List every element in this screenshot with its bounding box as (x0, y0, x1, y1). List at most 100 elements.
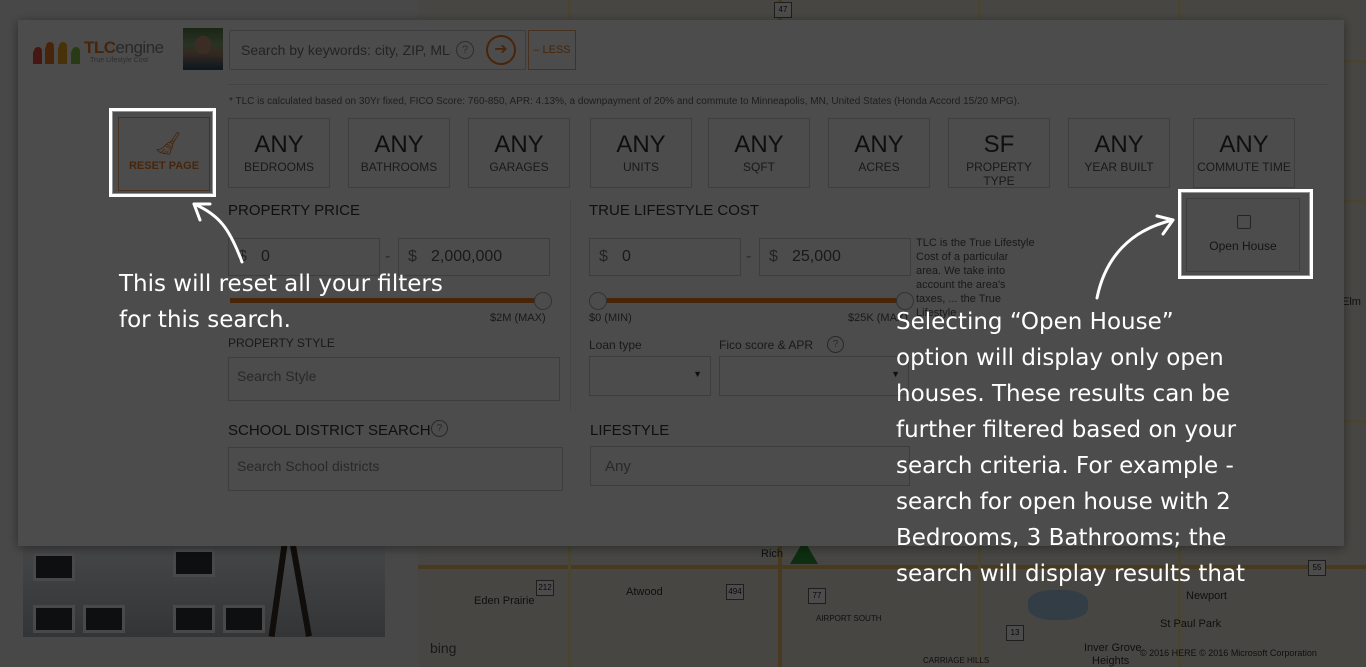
filter-label: YEAR BUILT (1084, 160, 1154, 174)
map-label: Atwood (626, 586, 663, 598)
price-slider-max-handle[interactable] (534, 292, 552, 310)
lifestyle-select[interactable]: Any (590, 446, 910, 486)
filter-label: UNITS (623, 160, 659, 174)
fico-select[interactable]: ▼ (719, 356, 909, 396)
filter-value: SF (983, 131, 1015, 158)
open-house-tip-line: further filtered based on your (896, 417, 1237, 443)
currency-symbol: $ (769, 248, 778, 265)
chevron-down-icon: ▼ (693, 369, 702, 379)
route-shield: 55 (1308, 560, 1326, 576)
route-shield: 494 (726, 584, 744, 600)
house-window (223, 605, 265, 633)
route-shield: 13 (1006, 625, 1024, 641)
lifestyle-value: Any (605, 458, 631, 475)
tree-trunk (290, 545, 312, 637)
fico-label: Fico score & APR (719, 338, 814, 352)
school-district-input[interactable]: Search School districts (228, 447, 563, 491)
price-max-caption: $2M (MAX) (490, 312, 546, 324)
logo-person-icon (45, 46, 54, 64)
reset-tip-line: This will reset all your filters (119, 271, 443, 297)
house-window (33, 605, 75, 633)
filter-sqft[interactable]: ANY SQFT (708, 118, 810, 188)
tlc-note: * TLC is calculated based on 30Yr fixed,… (229, 96, 1020, 107)
house-window (173, 549, 215, 577)
price-max-value: 2,000,000 (431, 248, 503, 265)
property-style-placeholder: Search Style (237, 368, 317, 384)
property-style-input[interactable]: Search Style (228, 357, 560, 401)
route-shield: 212 (536, 580, 554, 596)
bing-logo: bing (430, 640, 457, 656)
tlc-min-input[interactable]: $ 0 (589, 238, 741, 276)
filter-acres[interactable]: ANY ACRES (828, 118, 930, 188)
tlc-max-input[interactable]: $ 25,000 (759, 238, 911, 276)
logo-person-icon (71, 50, 80, 64)
agent-avatar[interactable] (183, 28, 223, 70)
reset-tip: This will reset all your filters for thi… (119, 266, 443, 338)
avatar-face (195, 36, 211, 54)
house-photo[interactable] (23, 545, 385, 637)
logo-person-icon (33, 50, 42, 64)
filter-commute-time[interactable]: ANY COMMUTE TIME (1193, 118, 1295, 188)
help-icon[interactable]: ? (456, 41, 474, 59)
school-district-placeholder: Search School districts (237, 458, 380, 474)
logo-text: TLCengine (84, 38, 164, 57)
filter-units[interactable]: ANY UNITS (590, 118, 692, 188)
divider (228, 84, 1328, 85)
map-label: Rich (761, 548, 784, 560)
filter-label: GARAGES (489, 160, 549, 174)
filter-year-built[interactable]: ANY YEAR BUILT (1068, 118, 1170, 188)
property-style-label: PROPERTY STYLE (228, 336, 335, 350)
arrow-right-icon[interactable]: ➔ (486, 35, 516, 65)
map-label: Elm (1342, 296, 1361, 308)
price-min-value: 0 (261, 248, 270, 265)
map-label: St Paul Park (1160, 618, 1222, 630)
open-house-highlight-box (1178, 189, 1313, 279)
school-district-title: SCHOOL DISTRICT SEARCH (228, 422, 431, 439)
tree-trunk (268, 545, 288, 637)
map-label: CARRIAGE HILLS (923, 656, 990, 665)
filter-value: ANY (494, 131, 544, 158)
tlc-title: TRUE LIFESTYLE COST (589, 202, 760, 219)
loan-type-select[interactable]: ▼ (589, 356, 711, 396)
currency-symbol: $ (599, 248, 608, 265)
open-house-tip-line: option will display only open (896, 345, 1224, 371)
filter-bedrooms[interactable]: ANY BEDROOMS (228, 118, 330, 188)
house-window (33, 553, 75, 581)
arrow-to-reset-icon (192, 202, 244, 264)
filter-label: ACRES (858, 160, 900, 174)
currency-symbol: $ (408, 248, 417, 265)
route-shield: 77 (808, 588, 826, 604)
filter-value: ANY (616, 131, 666, 158)
filter-garages[interactable]: ANY GARAGES (468, 118, 570, 188)
loan-type-label: Loan type (589, 338, 642, 352)
filter-value: ANY (1094, 131, 1144, 158)
filter-bathrooms[interactable]: ANY BATHROOMS (348, 118, 450, 188)
open-house-tip-line: houses. These results can be (896, 381, 1230, 407)
range-dash: - (385, 248, 391, 265)
help-icon[interactable]: ? (431, 420, 448, 437)
search-input[interactable] (239, 41, 453, 59)
tlc-slider-min-handle[interactable] (589, 292, 607, 310)
range-dash: - (746, 248, 752, 265)
tlc-max-value: 25,000 (792, 248, 841, 265)
less-button[interactable]: – LESS (528, 30, 576, 70)
map-label: Inver Grove (1084, 642, 1142, 654)
open-house-tip-line: Bedrooms, 3 Bathrooms; the (896, 525, 1227, 551)
tlcengine-logo[interactable]: TLCengine True Lifestyle Cost (30, 34, 182, 70)
map-label: Heights (1092, 655, 1130, 667)
tlc-min-caption: $0 (MIN) (589, 312, 632, 324)
help-icon[interactable]: ? (827, 336, 844, 353)
map-label: Eden Prairie (474, 595, 535, 607)
filter-value: ANY (854, 131, 904, 158)
search-bar: ? ➔ (229, 30, 526, 70)
filter-value: ANY (254, 131, 304, 158)
open-house-tip: Selecting “Open House” option will displ… (896, 304, 1245, 592)
tlc-slider-track[interactable] (596, 298, 904, 303)
open-house-tip-line: search for open house with 2 (896, 489, 1231, 515)
lifestyle-title: LIFESTYLE (590, 422, 670, 439)
route-shield: 47 (774, 2, 792, 18)
house-window (83, 605, 125, 633)
filter-property-type[interactable]: SF PROPERTY TYPE (948, 118, 1050, 188)
filter-label: PROPERTY TYPE (966, 160, 1032, 188)
open-house-tip-line: search will display results that (896, 561, 1246, 587)
